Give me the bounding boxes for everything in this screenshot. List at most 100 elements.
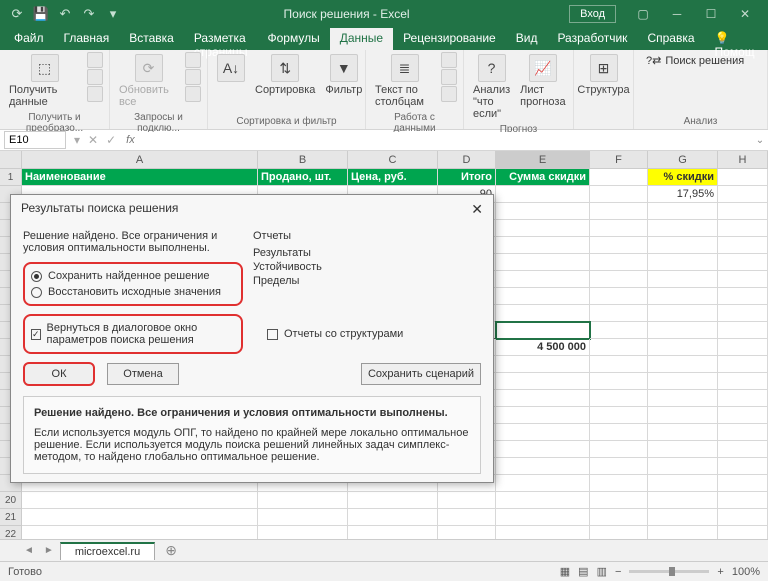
dialog-message: Решение найдено. Все ограничения и услов… bbox=[23, 230, 243, 254]
cell-G1[interactable]: % скидки bbox=[648, 169, 718, 186]
ok-button[interactable]: ОК bbox=[23, 362, 95, 386]
outline-button[interactable]: ⊞Структура bbox=[580, 52, 627, 98]
zoom-slider[interactable] bbox=[629, 570, 709, 573]
cancel-formula-icon[interactable]: ✕ bbox=[84, 133, 102, 147]
report-sensitivity[interactable]: Устойчивость bbox=[253, 260, 481, 274]
cell-H1[interactable] bbox=[718, 169, 768, 186]
select-all-corner[interactable] bbox=[0, 151, 22, 168]
properties-icon[interactable] bbox=[185, 69, 201, 85]
menu-insert[interactable]: Вставка bbox=[119, 28, 184, 50]
forecast-icon: 📈 bbox=[529, 54, 557, 82]
zoom-level[interactable]: 100% bbox=[732, 566, 760, 578]
solver-button[interactable]: ?⇄Поиск решения bbox=[640, 52, 761, 69]
zoom-out-icon[interactable]: − bbox=[615, 566, 621, 578]
menu-share[interactable]: 👥 Общий доступ bbox=[765, 28, 768, 50]
qat-dropdown-icon[interactable]: ▾ bbox=[102, 3, 124, 25]
name-box[interactable] bbox=[4, 131, 66, 149]
menu-formulas[interactable]: Формулы bbox=[257, 28, 329, 50]
cell-E11[interactable]: 4 500 000 bbox=[496, 339, 590, 356]
get-data-button[interactable]: ⬚Получить данные bbox=[6, 52, 83, 110]
filter-button[interactable]: ▼Фильтр bbox=[322, 52, 365, 98]
zoom-in-icon[interactable]: + bbox=[717, 566, 723, 578]
text-to-columns-button[interactable]: ≣Текст по столбцам bbox=[372, 52, 437, 110]
col-header-G[interactable]: G bbox=[648, 151, 718, 168]
enter-formula-icon[interactable]: ✓ bbox=[102, 133, 120, 147]
cell-E1[interactable]: Сумма скидки bbox=[496, 169, 590, 186]
edit-links-icon[interactable] bbox=[185, 86, 201, 102]
from-text-icon[interactable] bbox=[87, 52, 103, 68]
forecast-sheet-button[interactable]: 📈Лист прогноза bbox=[517, 52, 568, 122]
cancel-button[interactable]: Отмена bbox=[107, 363, 179, 385]
view-normal-icon[interactable]: ▦ bbox=[560, 565, 570, 578]
row-header-20[interactable]: 20 bbox=[0, 492, 22, 509]
cell-A1[interactable]: Наименование bbox=[22, 169, 258, 186]
close-window-icon[interactable]: ✕ bbox=[728, 0, 762, 28]
menu-layout[interactable]: Разметка страницы bbox=[184, 28, 258, 50]
remove-dup-icon[interactable] bbox=[441, 69, 457, 85]
sheet-tab-active[interactable]: microexcel.ru bbox=[60, 542, 155, 560]
dialog-close-icon[interactable]: ✕ bbox=[471, 201, 483, 218]
refresh-all-button[interactable]: ⟳Обновить все bbox=[116, 52, 181, 110]
col-header-D[interactable]: D bbox=[438, 151, 496, 168]
menu-review[interactable]: Рецензирование bbox=[393, 28, 506, 50]
view-break-icon[interactable]: ▥ bbox=[597, 565, 607, 578]
queries-icon[interactable] bbox=[185, 52, 201, 68]
add-sheet-icon[interactable]: ⊕ bbox=[157, 542, 185, 559]
menu-help[interactable]: Справка bbox=[637, 28, 704, 50]
menu-data[interactable]: Данные bbox=[330, 28, 393, 50]
radio-keep-solution[interactable]: Сохранить найденное решение bbox=[31, 268, 235, 284]
from-table-icon[interactable] bbox=[87, 86, 103, 102]
report-results[interactable]: Результаты bbox=[253, 246, 481, 260]
col-header-F[interactable]: F bbox=[590, 151, 648, 168]
col-header-H[interactable]: H bbox=[718, 151, 768, 168]
radio-selected-icon bbox=[31, 271, 42, 282]
dialog-title: Результаты поиска решения bbox=[21, 201, 178, 218]
cell-B1[interactable]: Продано, шт. bbox=[258, 169, 348, 186]
sort-asc-button[interactable]: A↓ bbox=[214, 52, 248, 98]
menu-home[interactable]: Главная bbox=[54, 28, 120, 50]
menu-tellme[interactable]: 💡 Помощ bbox=[705, 28, 765, 50]
col-header-B[interactable]: B bbox=[258, 151, 348, 168]
get-data-icon: ⬚ bbox=[31, 54, 59, 82]
view-page-icon[interactable]: ▤ bbox=[578, 565, 588, 578]
maximize-icon[interactable]: ☐ bbox=[694, 0, 728, 28]
cell-C1[interactable]: Цена, руб. bbox=[348, 169, 438, 186]
row-header-1[interactable]: 1 bbox=[0, 169, 22, 186]
from-web-icon[interactable] bbox=[87, 69, 103, 85]
sort-button[interactable]: ⇅Сортировка bbox=[252, 52, 318, 98]
checkbox-return-dialog[interactable]: ✓ Вернуться в диалоговое окно параметров… bbox=[31, 320, 235, 348]
menu-view[interactable]: Вид bbox=[506, 28, 548, 50]
ribbon-options-icon[interactable]: ▢ bbox=[626, 0, 660, 28]
radio-restore-values[interactable]: Восстановить исходные значения bbox=[31, 284, 235, 300]
undo-icon[interactable]: ↶ bbox=[54, 3, 76, 25]
redo-icon[interactable]: ↷ bbox=[78, 3, 100, 25]
col-header-E[interactable]: E bbox=[496, 151, 590, 168]
cell-E10[interactable] bbox=[496, 322, 590, 339]
data-validation-icon[interactable] bbox=[441, 86, 457, 102]
col-header-C[interactable]: C bbox=[348, 151, 438, 168]
formula-input[interactable] bbox=[141, 132, 752, 148]
menu-developer[interactable]: Разработчик bbox=[547, 28, 637, 50]
cell-D1[interactable]: Итого bbox=[438, 169, 496, 186]
report-limits[interactable]: Пределы bbox=[253, 274, 481, 288]
autosave-icon[interactable]: ⟳ bbox=[6, 3, 28, 25]
checkbox-outline-reports[interactable]: Отчеты со структурами bbox=[267, 314, 403, 354]
save-icon[interactable]: 💾 bbox=[30, 3, 52, 25]
menu-file[interactable]: Файл bbox=[4, 28, 54, 50]
cell-G2[interactable]: 17,95% bbox=[648, 186, 718, 203]
flash-fill-icon[interactable] bbox=[441, 52, 457, 68]
what-if-icon: ? bbox=[478, 54, 506, 82]
expand-formula-icon[interactable]: ⌄ bbox=[752, 135, 768, 146]
window-title: Поиск решения - Excel bbox=[124, 7, 569, 21]
sheet-nav-next-icon[interactable]: ► bbox=[40, 545, 58, 556]
what-if-button[interactable]: ?Анализ "что если" bbox=[470, 52, 513, 122]
cell-F1[interactable] bbox=[590, 169, 648, 186]
save-scenario-button[interactable]: Сохранить сценарий bbox=[361, 363, 481, 385]
col-header-A[interactable]: A bbox=[22, 151, 258, 168]
row-header-21[interactable]: 21 bbox=[0, 509, 22, 526]
sheet-nav-prev-icon[interactable]: ◄ bbox=[20, 545, 38, 556]
fx-icon[interactable]: fx bbox=[120, 134, 141, 146]
login-button[interactable]: Вход bbox=[569, 5, 616, 23]
minimize-icon[interactable]: ─ bbox=[660, 0, 694, 28]
checkbox-checked-icon: ✓ bbox=[31, 329, 41, 340]
